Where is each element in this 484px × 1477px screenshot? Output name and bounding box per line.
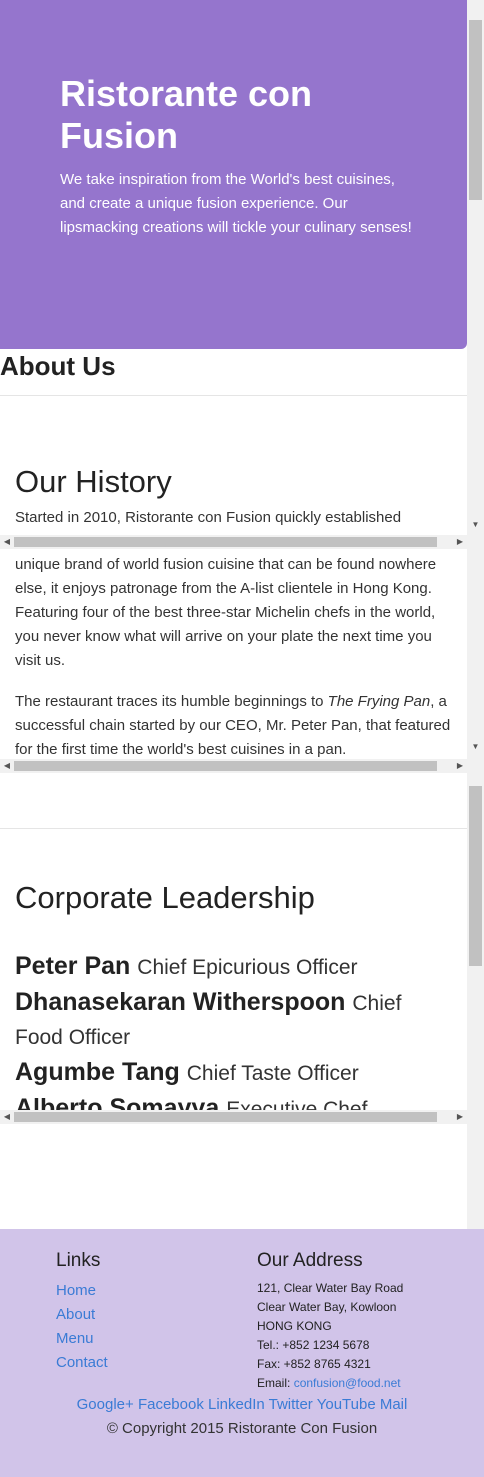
restaurant-title: Ristorante con Fusion	[60, 73, 313, 156]
scroll-right-arrow-icon[interactable]: ▶	[453, 759, 467, 773]
corner	[467, 759, 484, 773]
phone-line: Tel.: +852 1234 5678	[257, 1338, 370, 1352]
address-line: Clear Water Bay, Kowloon	[257, 1300, 397, 1314]
divider	[0, 395, 467, 396]
leader-name: Dhanasekaran Witherspoon	[15, 988, 346, 1016]
leader-item: Dhanasekaran Witherspoon Chief Food Offi…	[15, 986, 455, 1054]
leader-item: Peter Pan Chief Epicurious Officer	[15, 950, 455, 984]
social-link-youtube[interactable]: YouTube	[317, 1396, 376, 1413]
social-link-mail[interactable]: Mail	[380, 1396, 408, 1413]
page-title: About Us	[0, 351, 116, 381]
copyright: © Copyright 2015 Ristorante Con Fusion	[106, 1420, 378, 1437]
divider	[0, 828, 467, 829]
scroll-right-arrow-icon[interactable]: ▶	[453, 1110, 467, 1124]
history-inner-hscrollbar[interactable]: ◀ ▶	[0, 759, 467, 773]
address-line: HONG KONG	[257, 1319, 332, 1333]
links-heading: Links	[56, 1250, 101, 1271]
footer-address: Our Address 121, Clear Water Bay Road Cl…	[257, 1249, 403, 1393]
leadership-hscrollbar[interactable]: ◀ ▶	[0, 1110, 467, 1124]
footer-link-contact[interactable]: Contact	[56, 1351, 108, 1375]
jumbotron: Ristorante con Fusion We take inspiratio…	[0, 0, 467, 349]
hscrollbar-thumb[interactable]	[14, 761, 437, 771]
social-link-twitter[interactable]: Twitter	[269, 1396, 313, 1413]
leader-name: Agumbe Tang	[15, 1058, 180, 1086]
scroll-left-arrow-icon[interactable]: ◀	[0, 535, 14, 549]
corner	[467, 1110, 484, 1124]
fax-line: Fax: +852 8765 4321	[257, 1357, 371, 1371]
scroll-down-arrow-icon[interactable]: ▼	[467, 740, 484, 754]
leadership-vscrollbar-thumb[interactable]	[469, 786, 482, 966]
history-first-line: Started in 2010, Ristorante con Fusion q…	[15, 509, 402, 526]
leader-role: Chief Taste Officer	[186, 1062, 359, 1085]
scroll-left-arrow-icon[interactable]: ◀	[0, 1110, 14, 1124]
leadership-vscrollbar[interactable]	[467, 786, 484, 1108]
restaurant-tagline: We take inspiration from the World's bes…	[60, 171, 412, 236]
history-paragraph-1: unique brand of world fusion cuisine tha…	[15, 556, 437, 669]
footer-links: Links Home About Menu Contact	[56, 1249, 108, 1375]
leader-item: Agumbe Tang Chief Taste Officer	[15, 1056, 455, 1090]
history-paragraph-2: The restaurant traces its humble beginni…	[15, 693, 451, 758]
footer-link-about[interactable]: About	[56, 1303, 108, 1327]
address-heading: Our Address	[257, 1250, 363, 1271]
social-links: Google+ Facebook LinkedIn Twitter YouTub…	[0, 1393, 484, 1417]
footer-link-home[interactable]: Home	[56, 1279, 108, 1303]
social-link-facebook[interactable]: Facebook	[138, 1396, 204, 1413]
leader-role: Chief Epicurious Officer	[137, 956, 358, 979]
scroll-down-arrow-icon[interactable]: ▼	[467, 518, 484, 532]
leader-list: Peter Pan Chief Epicurious Officer Dhana…	[15, 950, 455, 1128]
email-link[interactable]: confusion@food.net	[294, 1376, 401, 1390]
leader-name: Peter Pan	[15, 952, 131, 980]
scroll-left-arrow-icon[interactable]: ◀	[0, 759, 14, 773]
history-title: Our History	[15, 464, 172, 499]
history-vscrollbar[interactable]	[467, 535, 484, 549]
leadership-title: Corporate Leadership	[15, 880, 315, 915]
history-hscrollbar[interactable]: ◀ ▶	[0, 535, 467, 549]
social-link-linkedin[interactable]: LinkedIn	[208, 1396, 265, 1413]
footer-link-menu[interactable]: Menu	[56, 1327, 108, 1351]
social-link-googleplus[interactable]: Google+	[77, 1396, 134, 1413]
hscrollbar-thumb[interactable]	[14, 537, 437, 547]
hscrollbar-thumb[interactable]	[14, 1112, 437, 1122]
scroll-right-arrow-icon[interactable]: ▶	[453, 535, 467, 549]
history-inner-vscrollbar[interactable]: ▼	[467, 740, 484, 754]
the-frying-pan-name: The Frying Pan	[327, 693, 431, 710]
footer: Links Home About Menu Contact Our Addres…	[0, 1229, 484, 1477]
page-scrollbar-thumb[interactable]	[469, 20, 482, 200]
address-line: 121, Clear Water Bay Road	[257, 1281, 404, 1295]
email-line: Email: confusion@food.net	[257, 1376, 401, 1390]
